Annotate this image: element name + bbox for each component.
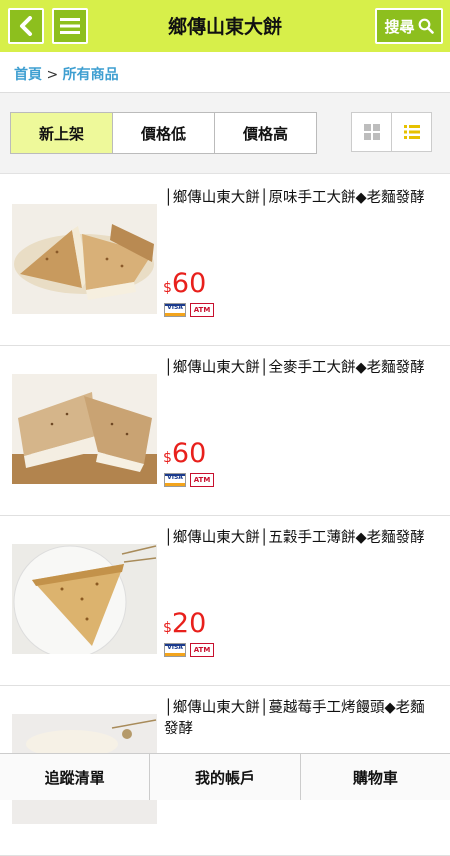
- product-item[interactable]: │鄉傳山東大餅│五穀手工薄餅◆老麵發酵 $20 VISA ATM: [0, 516, 450, 686]
- payment-methods: VISA ATM: [164, 303, 214, 317]
- visa-badge-icon: VISA: [164, 303, 186, 317]
- product-name[interactable]: │鄉傳山東大餅│五穀手工薄餅◆老麵發酵: [164, 528, 438, 549]
- product-price: $60: [163, 438, 207, 469]
- chevron-left-icon: [20, 16, 32, 36]
- atm-badge-icon: ATM: [190, 303, 214, 317]
- breadcrumb-home-link[interactable]: 首頁: [14, 67, 42, 83]
- sort-tab-price-low[interactable]: 價格低: [113, 113, 215, 153]
- payment-methods: VISA ATM: [164, 643, 214, 657]
- atm-badge-icon: ATM: [190, 643, 214, 657]
- visa-badge-icon: VISA: [164, 643, 186, 657]
- search-button[interactable]: 搜尋: [375, 8, 443, 44]
- product-image[interactable]: [12, 544, 157, 654]
- menu-button[interactable]: [52, 8, 88, 44]
- nav-my-account[interactable]: 我的帳戶: [150, 754, 301, 800]
- product-price: $20: [163, 608, 207, 639]
- view-toggle: [351, 112, 432, 152]
- top-header: 鄉傳山東大餅 搜尋: [0, 0, 450, 52]
- product-name[interactable]: │鄉傳山東大餅│原味手工大餅◆老麵發酵: [164, 188, 438, 209]
- sort-tab-newest[interactable]: 新上架: [11, 113, 113, 153]
- product-name[interactable]: │鄉傳山東大餅│全麥手工大餅◆老麵發酵: [164, 358, 438, 379]
- search-icon: [418, 18, 434, 34]
- grid-view-button[interactable]: [352, 113, 392, 151]
- breadcrumb-current-link[interactable]: 所有商品: [63, 67, 119, 83]
- list-view-button[interactable]: [392, 113, 431, 151]
- atm-badge-icon: ATM: [190, 473, 214, 487]
- product-image[interactable]: [12, 374, 157, 484]
- bottom-nav: 追蹤清單 我的帳戶 購物車: [0, 753, 450, 800]
- product-item[interactable]: │鄉傳山東大餅│全麥手工大餅◆老麵發酵 $60 VISA ATM: [0, 346, 450, 516]
- nav-wishlist[interactable]: 追蹤清單: [0, 754, 151, 800]
- back-button[interactable]: [8, 8, 44, 44]
- search-label: 搜尋: [384, 17, 415, 36]
- visa-badge-icon: VISA: [164, 473, 186, 487]
- sort-tabs: 新上架 價格低 價格高: [10, 112, 317, 154]
- product-name[interactable]: │鄉傳山東大餅│蔓越莓手工烤饅頭◆老麵發酵: [164, 698, 438, 740]
- sort-bar: 新上架 價格低 價格高: [0, 92, 450, 174]
- breadcrumb-separator: >: [46, 67, 59, 83]
- page-title: 鄉傳山東大餅: [167, 16, 282, 38]
- breadcrumb: 首頁 > 所有商品: [14, 64, 119, 84]
- nav-cart[interactable]: 購物車: [301, 754, 450, 800]
- product-image[interactable]: [12, 204, 157, 314]
- grid-view-icon: [363, 124, 380, 140]
- payment-methods: VISA ATM: [164, 473, 214, 487]
- product-item[interactable]: │鄉傳山東大餅│原味手工大餅◆老麵發酵 $60 VISA ATM: [0, 176, 450, 346]
- sort-tab-price-high[interactable]: 價格高: [215, 113, 316, 153]
- list-view-icon: [403, 125, 420, 139]
- product-price: $60: [163, 268, 207, 299]
- hamburger-menu-icon: [60, 18, 80, 34]
